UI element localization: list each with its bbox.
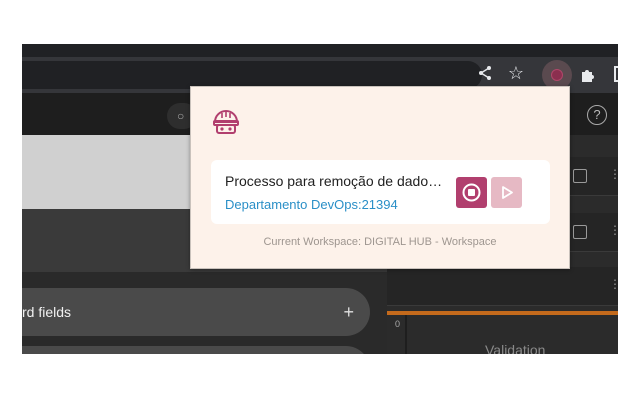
play-button[interactable] (491, 177, 522, 208)
flow-icon (573, 225, 587, 239)
progress-divider (387, 311, 618, 315)
process-title: Processo para remoção de dado… (225, 173, 443, 189)
axis-line (405, 315, 407, 354)
next-field-button[interactable] (22, 346, 370, 354)
play-icon (502, 186, 513, 199)
kebab-icon[interactable]: ⋮ (609, 223, 618, 237)
plus-icon: + (343, 302, 354, 322)
workspace-label: Current Workspace: DIGITAL HUB - Workspa… (263, 236, 497, 248)
kebab-icon[interactable]: ⋮ (609, 167, 618, 181)
add-fields-label: rd fields (22, 304, 72, 320)
validation-label: Validation (485, 342, 546, 354)
tab-strip (22, 44, 618, 57)
add-fields-button[interactable]: rd fields + (22, 288, 370, 336)
kebab-icon[interactable]: ⋮ (609, 277, 618, 291)
side-panel-icon[interactable] (614, 66, 618, 82)
address-bar[interactable] (22, 61, 482, 89)
puzzle-icon[interactable] (579, 66, 597, 84)
star-icon[interactable]: ☆ (506, 63, 526, 83)
extension-popup: Processo para remoção de dado… Departame… (190, 86, 570, 269)
stop-button[interactable] (456, 177, 487, 208)
process-card: Processo para remoção de dado… Departame… (211, 160, 550, 224)
process-link[interactable]: Departamento DevOps:21394 (225, 197, 398, 212)
robot-helmet-icon (213, 110, 239, 134)
share-icon[interactable] (475, 65, 495, 87)
list-item[interactable]: ⋮ (387, 267, 618, 306)
extension-logo-dot (551, 69, 563, 81)
axis-zero-label: 0 (395, 319, 401, 329)
help-icon[interactable]: ? (587, 105, 607, 125)
document-icon (573, 169, 587, 183)
stop-icon (462, 183, 481, 202)
preview-box (22, 135, 190, 209)
